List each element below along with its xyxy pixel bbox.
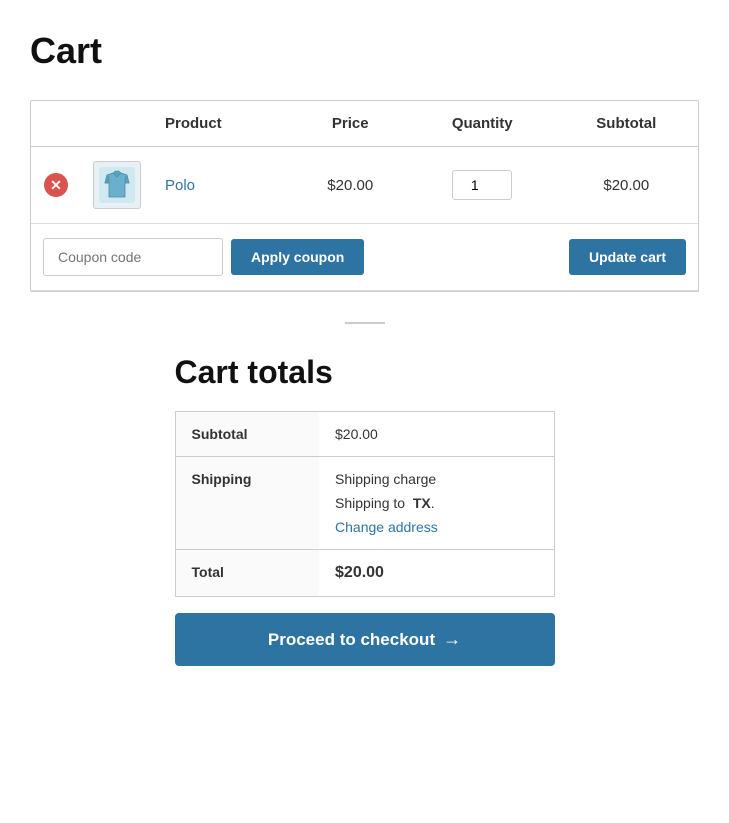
cart-totals-title: Cart totals: [175, 354, 555, 391]
shipping-label: Shipping: [175, 457, 319, 550]
section-divider: [345, 322, 385, 324]
subtotal-label: Subtotal: [175, 412, 319, 457]
polo-shirt-icon: [99, 167, 135, 203]
product-quantity-cell: [410, 147, 555, 224]
checkout-button-wrapper: Proceed to checkout →: [175, 613, 555, 666]
totals-table: Subtotal $20.00 Shipping Shipping charge…: [175, 411, 555, 597]
total-row: Total $20.00: [175, 550, 554, 597]
change-address-link[interactable]: Change address: [335, 519, 438, 535]
remove-cell: ✕: [31, 147, 81, 224]
col-header-thumb: [81, 101, 153, 147]
subtotal-value: $20.00: [319, 412, 554, 457]
col-header-quantity: Quantity: [410, 101, 555, 147]
cart-totals-section: Cart totals Subtotal $20.00 Shipping Shi…: [175, 354, 555, 597]
remove-item-button[interactable]: ✕: [44, 173, 68, 197]
total-label: Total: [175, 550, 319, 597]
subtotal-row: Subtotal $20.00: [175, 412, 554, 457]
product-name-cell: Polo: [153, 147, 291, 224]
cart-table: Product Price Quantity Subtotal ✕: [31, 101, 698, 291]
product-subtotal-cell: $20.00: [555, 147, 698, 224]
cart-table-wrapper: Product Price Quantity Subtotal ✕: [30, 100, 699, 292]
update-cart-button[interactable]: Update cart: [569, 239, 686, 275]
arrow-icon: →: [443, 629, 461, 650]
total-amount: $20.00: [335, 564, 384, 581]
coupon-area: Apply coupon: [43, 238, 364, 276]
table-row: ✕: [31, 147, 698, 224]
shipping-value-cell: Shipping charge Shipping to TX. Change a…: [319, 457, 554, 550]
apply-coupon-button[interactable]: Apply coupon: [231, 239, 364, 275]
page-title: Cart: [30, 30, 699, 72]
col-header-price: Price: [291, 101, 410, 147]
col-header-remove: [31, 101, 81, 147]
shipping-row: Shipping Shipping charge Shipping to TX.…: [175, 457, 554, 550]
total-value-cell: $20.00: [319, 550, 554, 597]
coupon-input[interactable]: [43, 238, 223, 276]
proceed-to-checkout-button[interactable]: Proceed to checkout →: [175, 613, 555, 666]
shipping-charge-text: Shipping charge: [335, 471, 537, 487]
thumbnail-cell: [81, 147, 153, 224]
product-link[interactable]: Polo: [165, 177, 195, 194]
shipping-to-text: Shipping to TX.: [335, 495, 537, 511]
quantity-input[interactable]: [452, 170, 512, 200]
col-header-product: Product: [153, 101, 291, 147]
product-price-cell: $20.00: [291, 147, 410, 224]
product-thumbnail: [93, 161, 141, 209]
checkout-button-label: Proceed to checkout: [268, 630, 435, 650]
coupon-row: Apply coupon Update cart: [31, 224, 698, 291]
coupon-cell: Apply coupon Update cart: [31, 224, 698, 291]
col-header-subtotal: Subtotal: [555, 101, 698, 147]
coupon-actions: Apply coupon Update cart: [43, 238, 686, 276]
